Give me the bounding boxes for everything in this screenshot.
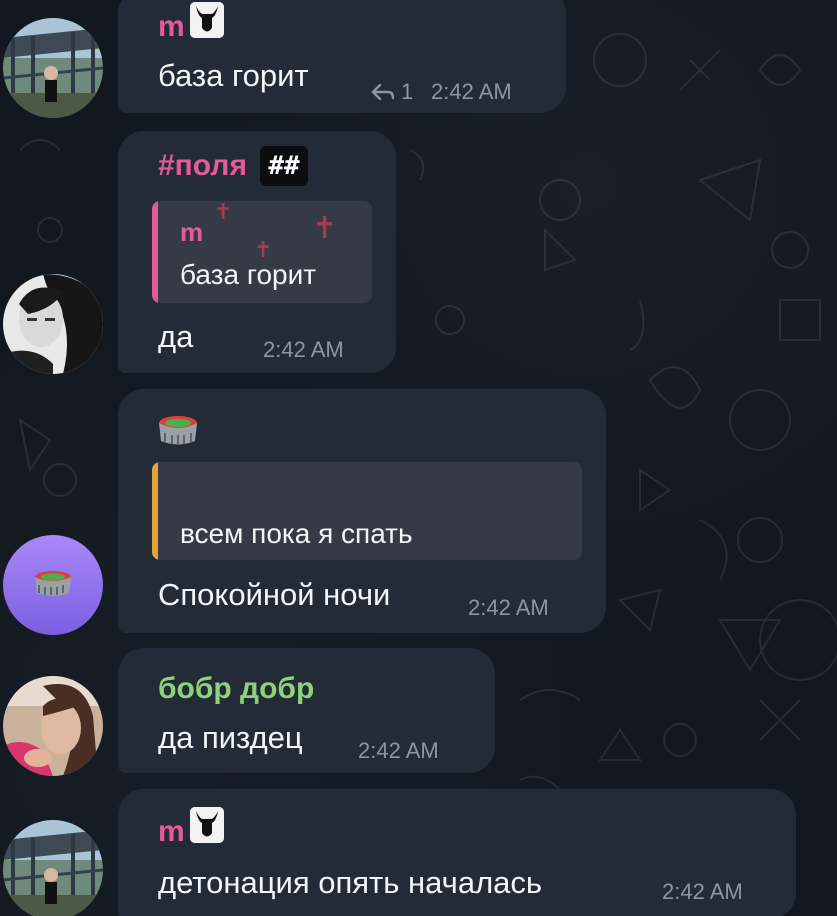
reply-arrow-icon[interactable] (370, 82, 396, 102)
quote-accent-bar (152, 462, 158, 560)
message-text: да пиздец (158, 720, 303, 755)
quote-text: всем пока я спать (180, 518, 413, 549)
timestamp: 2:42 AM (358, 738, 439, 763)
quote-text: база горит (180, 259, 317, 290)
reply-count[interactable]: 1 (401, 79, 413, 105)
sender-name[interactable]: бобр добр (158, 672, 314, 706)
message-text: база горит (158, 58, 309, 93)
goat-skull-icon (190, 2, 224, 38)
avatar-sender-polya[interactable] (3, 274, 103, 374)
chat-window: m база горит 1 2:42 AM #поля ## да 2:42 … (0, 0, 837, 916)
girl-photo-avatar-icon (3, 676, 103, 776)
avatar-sender-stadium[interactable] (3, 535, 103, 635)
bridge-photo-avatar-icon (3, 820, 103, 916)
message-bubble[interactable]: m база горит 1 2:42 AM (118, 0, 566, 113)
message-text: детонация опять началась (158, 865, 543, 900)
bridge-photo-avatar-icon (3, 18, 103, 118)
sender-name[interactable]: m (158, 815, 185, 849)
stadium-purple-avatar-icon (3, 535, 103, 635)
quote-accent-bar (152, 201, 158, 303)
stadium-emoji-icon (159, 416, 197, 445)
message-bubble[interactable]: m детонация опять началась 2:42 AM (118, 789, 796, 916)
message-bubble[interactable]: бобр добр да пиздец 2:42 AM (118, 648, 495, 773)
sender-name[interactable]: #поля (158, 149, 247, 183)
goat-skull-icon (190, 807, 224, 843)
timestamp: 2:42 AM (468, 595, 549, 620)
reply-quote[interactable]: ✝ ✝ ✝ m база горит (152, 201, 372, 303)
timestamp: 2:42 AM (662, 879, 743, 904)
message-text: Спокойной ночи (158, 577, 391, 612)
timestamp: 2:42 AM (431, 79, 512, 104)
reply-quote[interactable]: всем пока я спать (152, 462, 582, 560)
avatar-sender-m[interactable] (3, 820, 103, 916)
hash-badge-icon: ## (260, 146, 308, 186)
quote-sender: m (180, 217, 204, 247)
bw-girl-photo-avatar-icon (3, 274, 103, 374)
sender-name[interactable]: m (158, 10, 185, 44)
cross-decoration-icon: ✝ (214, 201, 233, 224)
cross-decoration-icon: ✝ (312, 212, 338, 245)
avatar-sender-m[interactable] (3, 18, 103, 118)
message-text: да (158, 319, 194, 354)
timestamp: 2:42 AM (263, 337, 344, 362)
avatar-sender-bobr-dobr[interactable] (3, 676, 103, 776)
